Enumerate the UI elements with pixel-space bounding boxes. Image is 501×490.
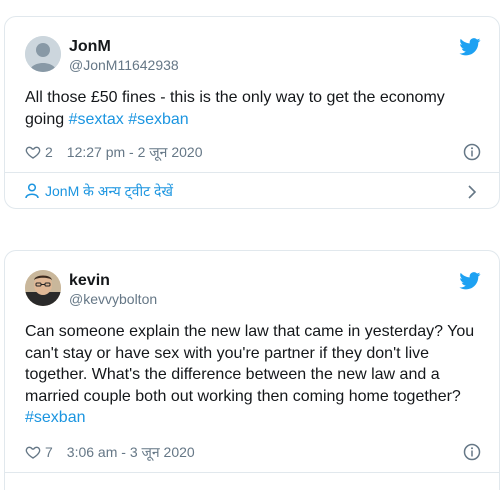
tweet-text: Can someone explain the new law that cam… <box>25 321 483 429</box>
user-photo-icon <box>25 270 61 306</box>
tweet-meta: 2 12:27 pm - 2 जून 2020 <box>25 143 202 161</box>
tweet-card[interactable]: JonM @JonM11642938 All those £50 fines -… <box>4 16 500 209</box>
tweet-timestamp[interactable]: 12:27 pm - 2 जून 2020 <box>67 143 203 161</box>
info-icon[interactable] <box>463 443 481 461</box>
author-name[interactable]: JonM <box>69 37 111 57</box>
twitter-bird-icon[interactable] <box>459 272 481 290</box>
default-avatar-icon <box>25 36 61 72</box>
author-handle[interactable]: @kevvybolton <box>69 290 157 308</box>
heart-icon[interactable] <box>25 144 41 160</box>
tweet-meta: 7 3:06 am - 3 जून 2020 <box>25 443 195 461</box>
avatar[interactable] <box>25 270 61 306</box>
tweet-timestamp[interactable]: 3:06 am - 3 जून 2020 <box>67 443 195 461</box>
hashtag-link[interactable]: #sexban <box>128 111 189 128</box>
more-tweets-label[interactable]: JonM के अन्य ट्वीट देखें <box>45 182 173 200</box>
info-icon[interactable] <box>463 143 481 161</box>
divider <box>5 472 499 473</box>
tweet-text-body: Can someone explain the new law that cam… <box>25 323 475 405</box>
tweet-card[interactable]: kevin @kevvybolton Can someone explain t… <box>4 250 500 490</box>
like-count[interactable]: 7 <box>45 443 53 461</box>
hashtag-link[interactable]: #sexban <box>25 409 86 426</box>
more-tweets-link[interactable]: JonM के अन्य ट्वीट देखें <box>25 182 483 200</box>
like-count[interactable]: 2 <box>45 143 53 161</box>
divider <box>5 172 499 173</box>
chevron-right-icon[interactable] <box>467 185 477 199</box>
author-name[interactable]: kevin <box>69 271 110 291</box>
avatar[interactable] <box>25 36 61 72</box>
heart-icon[interactable] <box>25 444 41 460</box>
tweet-text: All those £50 fines - this is the only w… <box>25 87 483 130</box>
twitter-bird-icon[interactable] <box>459 38 481 56</box>
person-icon <box>25 183 39 199</box>
hashtag-link[interactable]: #sextax <box>69 111 124 128</box>
author-handle[interactable]: @JonM11642938 <box>69 56 179 74</box>
